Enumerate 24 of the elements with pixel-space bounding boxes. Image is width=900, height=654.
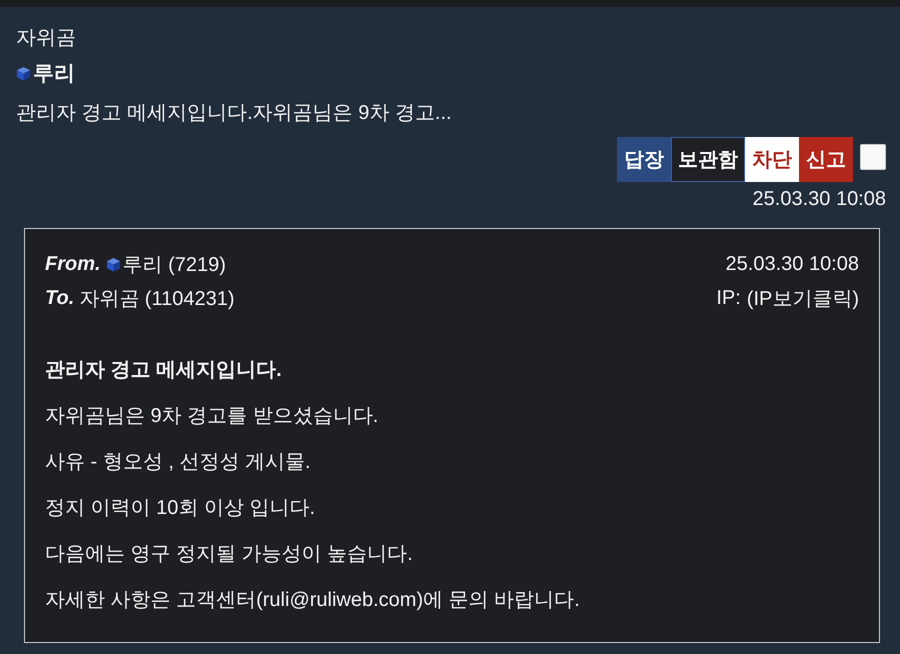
sender-name: 루리 (7219): [122, 252, 226, 278]
message-preview[interactable]: 관리자 경고 메세지입니다.자위곰님은 9차 경고...: [16, 100, 452, 126]
cube-icon: [106, 256, 121, 272]
message-line: 사유 - 형오성 , 선정성 게시물.: [45, 450, 311, 475]
action-button[interactable]: 차단: [745, 137, 799, 182]
action-button[interactable]: 보관함: [671, 137, 745, 182]
action-button[interactable]: 답장: [617, 137, 671, 182]
message-date: 25.03.30 10:08: [726, 252, 859, 276]
action-button[interactable]: 신고: [799, 137, 853, 182]
from-label: From.: [45, 252, 101, 276]
message-title: 관리자 경고 메세지입니다.: [45, 358, 282, 383]
ip-label: IP:: [716, 286, 741, 310]
message-line: 정지 이력이 10회 이상 입니다.: [45, 496, 316, 521]
recipient-name: 자위곰 (1104231): [79, 286, 235, 312]
ip-link[interactable]: (IP보기클릭): [746, 284, 859, 312]
to-label: To.: [45, 286, 74, 310]
message-date: 25.03.30 10:08: [752, 187, 886, 212]
cube-icon: [16, 66, 31, 80]
select-checkbox[interactable]: [860, 144, 886, 170]
message-line: 자위곰님은 9차 경고를 받으셨습니다.: [45, 404, 378, 429]
sender-name: 루리: [33, 61, 75, 87]
message-line: 자세한 사항은 고객센터(ruli@ruliweb.com)에 문의 바랍니다.: [45, 588, 580, 613]
recipient-name: 자위곰: [16, 26, 76, 50]
message-line: 다음에는 영구 정지될 가능성이 높습니다.: [45, 542, 413, 567]
